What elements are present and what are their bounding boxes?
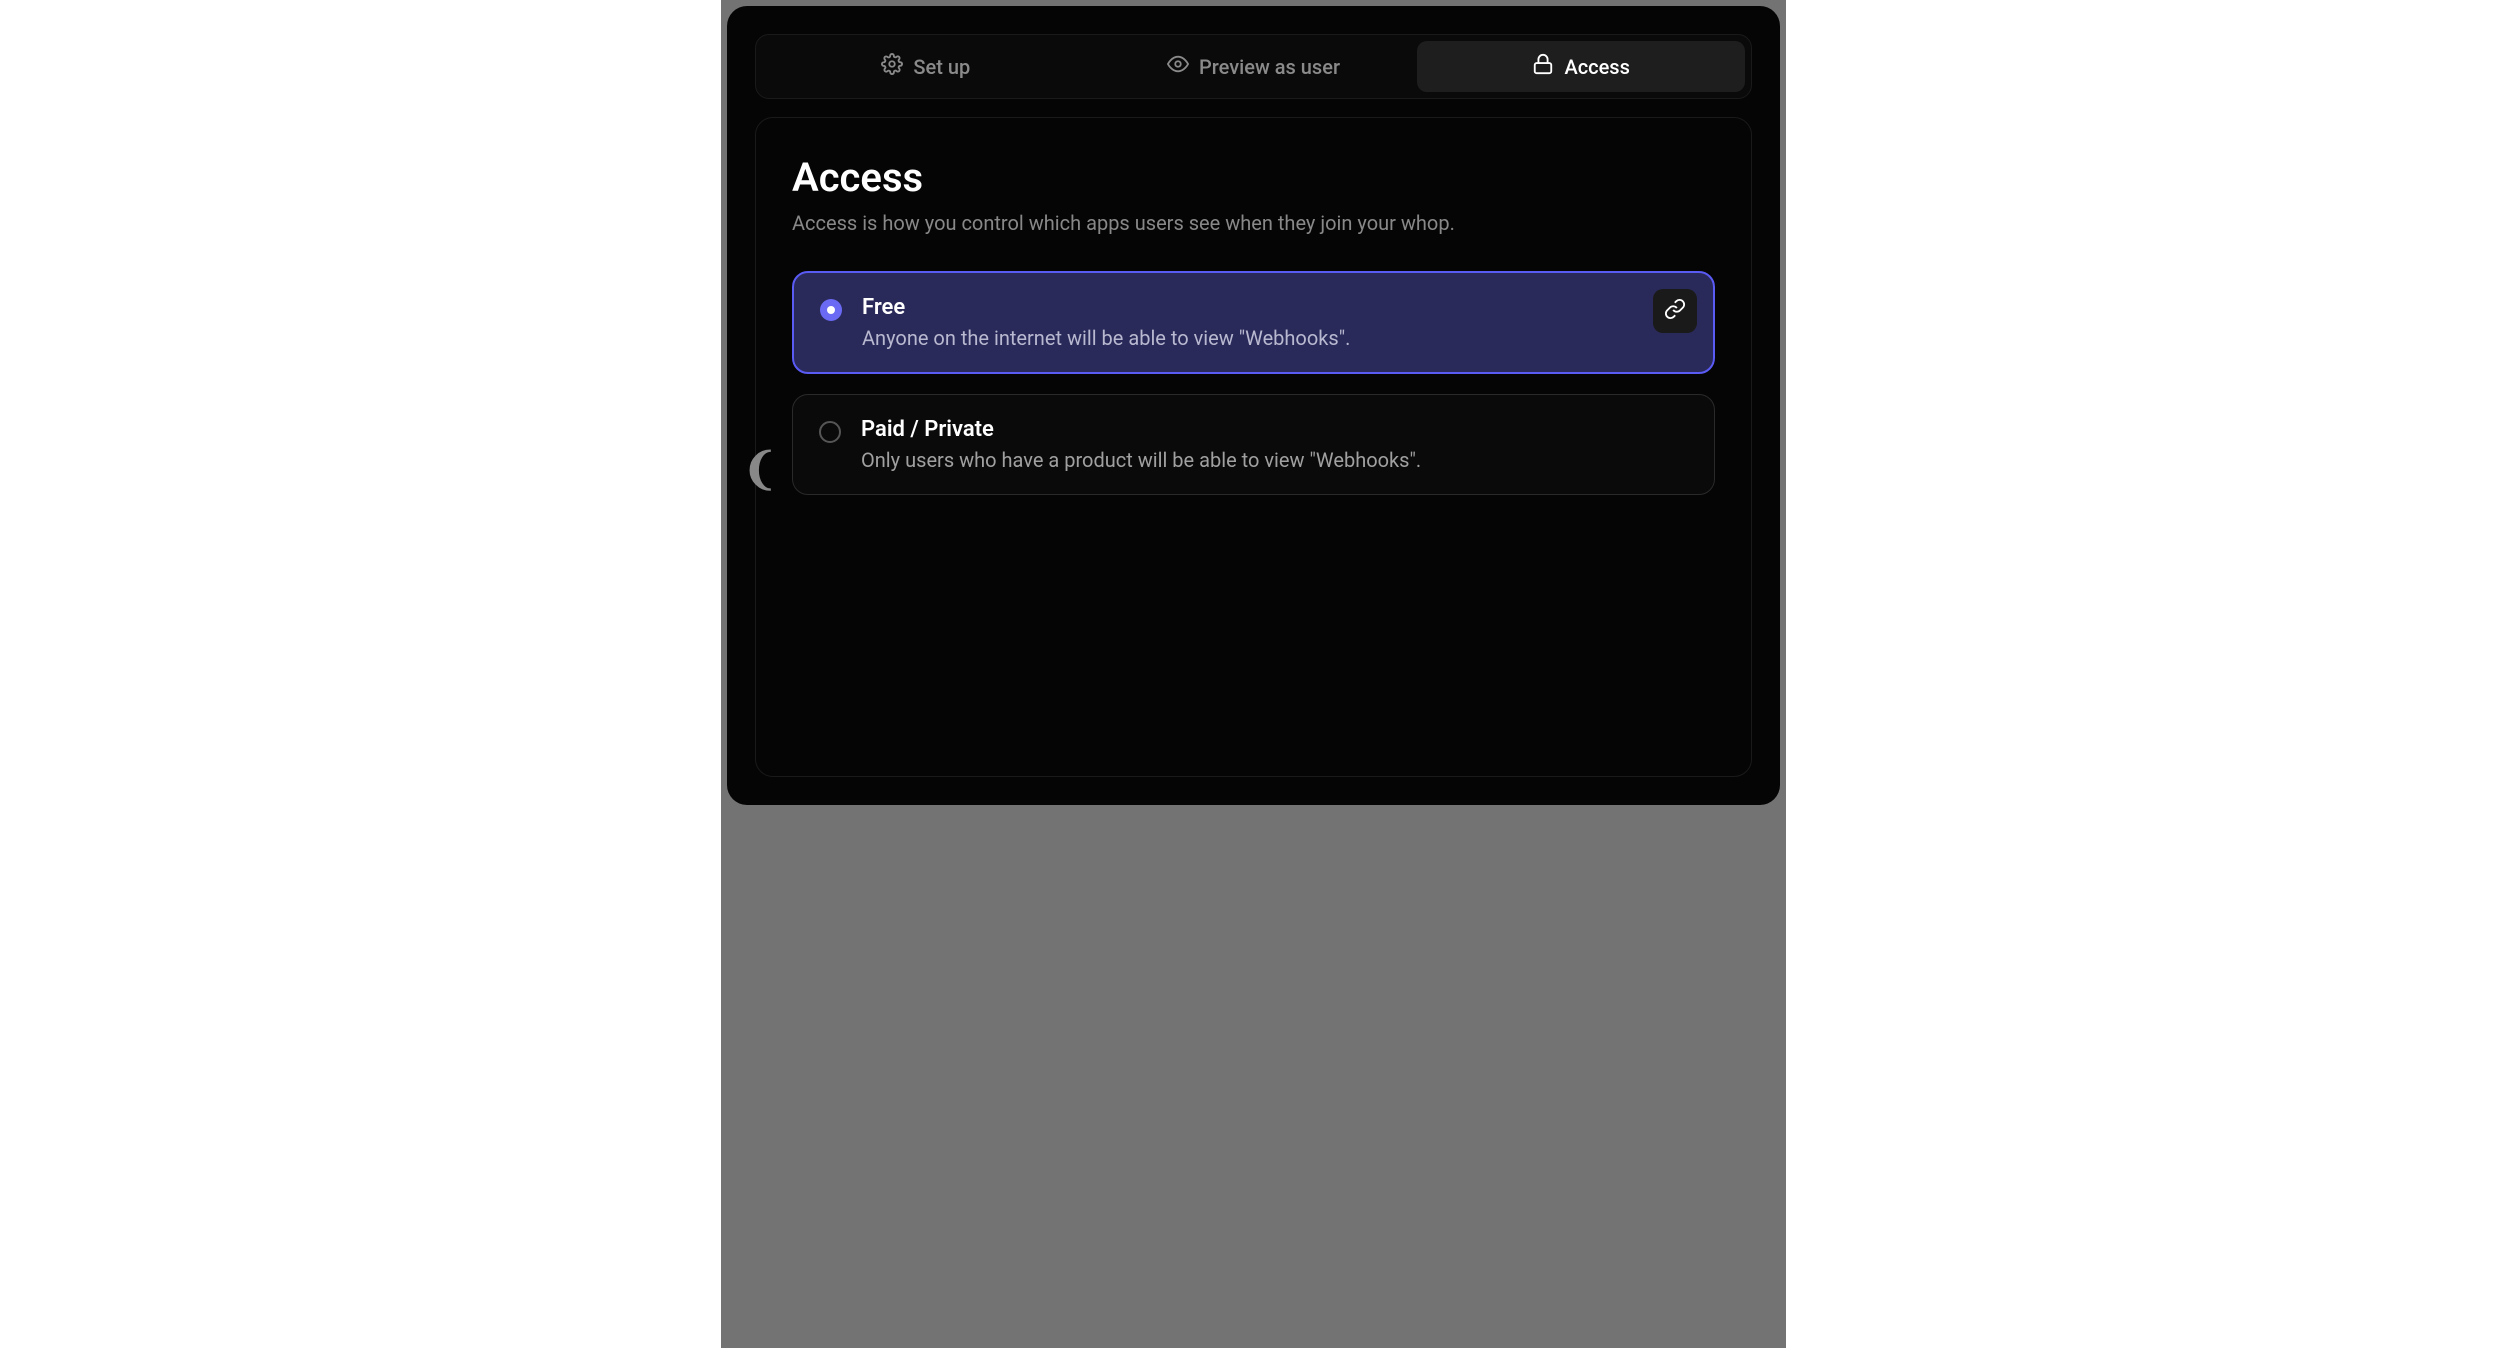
window-frame: Set up Preview as user Access Access Acc…	[721, 0, 1786, 1348]
main-panel: Set up Preview as user Access Access Acc…	[727, 6, 1780, 805]
page-title: Access	[792, 154, 1715, 201]
tab-access-label: Access	[1564, 55, 1629, 79]
option-free-title: Free	[862, 295, 1687, 320]
radio-free[interactable]	[820, 299, 842, 321]
page-subtitle: Access is how you control which apps use…	[792, 211, 1715, 235]
eye-icon	[1167, 53, 1189, 80]
tab-preview[interactable]: Preview as user	[1090, 41, 1418, 92]
lock-icon	[1532, 53, 1554, 80]
access-option-free[interactable]: Free Anyone on the internet will be able…	[792, 271, 1715, 374]
link-icon	[1664, 298, 1686, 324]
gear-icon	[881, 53, 903, 80]
tab-access[interactable]: Access	[1417, 41, 1745, 92]
option-paid-content: Paid / Private Only users who have a pro…	[861, 417, 1688, 472]
option-paid-description: Only users who have a product will be ab…	[861, 448, 1688, 472]
radio-paid[interactable]	[819, 421, 841, 443]
copy-link-button[interactable]	[1653, 289, 1697, 333]
tab-bar: Set up Preview as user Access	[755, 34, 1752, 99]
option-free-description: Anyone on the internet will be able to v…	[862, 326, 1687, 350]
option-paid-title: Paid / Private	[861, 417, 1688, 442]
option-free-content: Free Anyone on the internet will be able…	[862, 295, 1687, 350]
tab-preview-label: Preview as user	[1199, 55, 1340, 79]
tab-setup[interactable]: Set up	[762, 41, 1090, 92]
content-panel: Access Access is how you control which a…	[755, 117, 1752, 777]
panel-handle[interactable]: ❨	[754, 444, 766, 494]
access-option-paid[interactable]: Paid / Private Only users who have a pro…	[792, 394, 1715, 495]
tab-setup-label: Set up	[913, 55, 970, 79]
